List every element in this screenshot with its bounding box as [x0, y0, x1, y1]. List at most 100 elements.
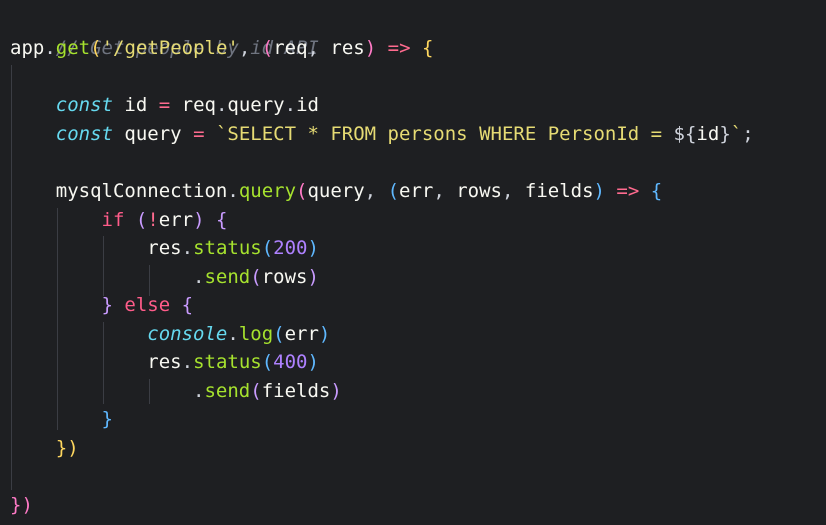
punctuation: ( — [261, 351, 274, 373]
code-line[interactable]: if (!err) { — [10, 206, 228, 235]
punctuation: } — [101, 408, 113, 430]
operator: = — [147, 94, 182, 116]
punctuation: . — [181, 237, 194, 259]
template-literal: SELECT * FROM persons WHERE PersonId = — [227, 123, 674, 145]
method-name: send — [204, 380, 251, 402]
keyword: const — [55, 94, 113, 116]
punctuation: ) — [21, 494, 33, 516]
punctuation: ( — [273, 323, 285, 345]
punctuation: ) — [307, 237, 319, 259]
property: query — [227, 94, 285, 116]
code-line[interactable]: res.status(200) — [10, 234, 319, 263]
method-name: status — [193, 351, 262, 373]
punctuation: ( — [261, 237, 274, 259]
code-line[interactable]: console.log(err) — [10, 320, 330, 349]
punctuation: . — [284, 94, 297, 116]
method-name: log — [238, 323, 274, 345]
punctuation: { — [216, 209, 228, 231]
identifier: id — [124, 94, 148, 116]
punctuation: . — [181, 351, 194, 373]
punctuation: ) — [318, 323, 331, 345]
identifier: req — [181, 94, 216, 116]
operator: => — [604, 180, 651, 202]
string-literal: '/getPeople' — [101, 37, 239, 59]
punctuation: ) — [330, 380, 342, 402]
operator: = — [181, 123, 216, 145]
code-line[interactable]: }) — [10, 434, 79, 463]
punctuation: , — [238, 37, 262, 59]
identifier: err — [158, 209, 194, 231]
code-line[interactable]: .send(fields) — [10, 377, 342, 406]
punctuation: } — [101, 294, 113, 316]
parameter: req — [273, 37, 308, 59]
code-line[interactable]: const id = req.query.id — [10, 91, 319, 120]
punctuation: ; — [742, 123, 754, 145]
identifier: res — [147, 351, 182, 373]
code-line[interactable]: const query = `SELECT * FROM persons WHE… — [10, 120, 754, 149]
punctuation: ) — [364, 37, 377, 59]
code-line[interactable]: } — [10, 405, 113, 434]
code-line[interactable]: } else { — [10, 291, 194, 320]
punctuation: . — [227, 323, 239, 345]
punctuation: ) — [67, 437, 79, 459]
punctuation: ) — [193, 209, 205, 231]
punctuation: { — [650, 180, 663, 202]
code-line[interactable]: .send(rows) — [10, 263, 319, 292]
method-name: status — [193, 237, 262, 259]
number-literal: 400 — [273, 351, 308, 373]
parameter: res — [330, 37, 365, 59]
punctuation: ) — [307, 266, 319, 288]
punctuation: . — [193, 266, 205, 288]
punctuation: , — [433, 180, 457, 202]
punctuation: ( — [135, 209, 148, 231]
punctuation: ) — [593, 180, 605, 202]
punctuation: ( — [90, 37, 102, 59]
code-editor[interactable]: // Get people by id API app.get('/getPeo… — [0, 0, 826, 525]
number-literal: 200 — [273, 237, 308, 259]
punctuation: ( — [261, 37, 274, 59]
code-line[interactable]: app.get('/getPeople', (req, res) => { — [10, 34, 433, 63]
parameter: fields — [524, 180, 594, 202]
parameter: rows — [456, 180, 502, 202]
keyword: else — [112, 294, 182, 316]
punctuation: ( — [250, 266, 262, 288]
punctuation: } — [10, 494, 22, 516]
punctuation: { — [181, 294, 194, 316]
punctuation: . — [215, 94, 228, 116]
template-literal: ` — [730, 123, 743, 145]
punctuation: . — [193, 380, 205, 402]
code-line[interactable]: mysqlConnection.query(query, (err, rows,… — [10, 177, 662, 206]
punctuation: . — [44, 37, 56, 59]
punctuation: { — [421, 37, 434, 59]
method-name: query — [238, 180, 297, 202]
identifier: app — [10, 37, 45, 59]
punctuation: ( — [296, 180, 308, 202]
code-line[interactable]: res.status(400) — [10, 348, 319, 377]
identifier: fields — [261, 380, 331, 402]
punctuation: , — [307, 37, 331, 59]
keyword: if — [101, 209, 125, 231]
builtin-object: console — [147, 323, 228, 345]
identifier: query — [307, 180, 365, 202]
operator: ! — [147, 209, 159, 231]
identifier: rows — [261, 266, 308, 288]
punctuation: . — [227, 180, 239, 202]
identifier: id — [696, 123, 720, 145]
code-line[interactable]: }) — [10, 491, 33, 520]
code-line[interactable]: // Get people by id API — [10, 5, 319, 59]
identifier: err — [284, 323, 319, 345]
identifier: query — [124, 123, 182, 145]
operator: => — [376, 37, 422, 59]
parameter: err — [399, 180, 434, 202]
